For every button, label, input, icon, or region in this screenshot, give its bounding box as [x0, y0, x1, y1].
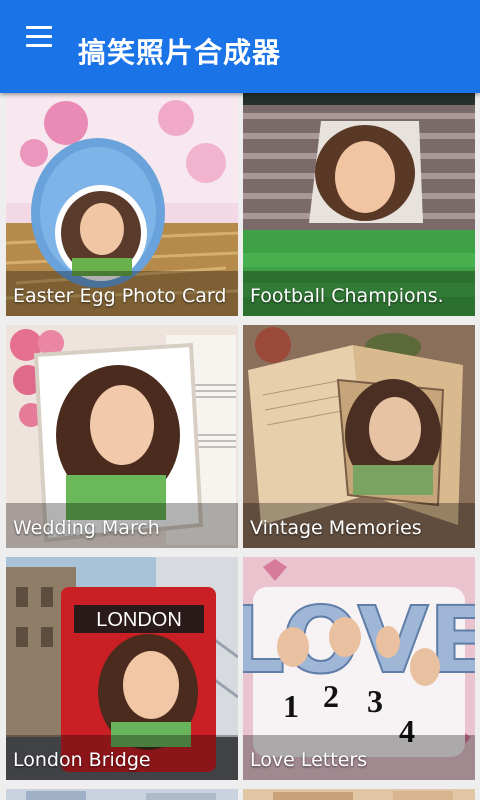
template-card-vintage-memories[interactable]: Vintage Memories	[243, 325, 475, 548]
partial-thumbnail-right	[243, 789, 475, 800]
card-label: London Bridge	[13, 749, 151, 771]
template-card-football[interactable]: Football Champions.	[243, 93, 475, 316]
card-caption-overlay: Easter Egg Photo Card	[6, 271, 238, 316]
card-caption-overlay: Vintage Memories	[243, 503, 475, 548]
template-card-london-bridge[interactable]: LONDON London Bridge	[6, 557, 238, 780]
template-card-easter-egg[interactable]: Easter Egg Photo Card	[6, 93, 238, 316]
card-caption-overlay: Love Letters	[243, 735, 475, 780]
template-card-partial-left[interactable]	[6, 789, 238, 800]
card-caption-overlay: Wedding March	[6, 503, 238, 548]
card-caption-overlay: London Bridge	[6, 735, 238, 780]
card-label: Easter Egg Photo Card	[13, 285, 227, 307]
template-card-wedding-march[interactable]: Wedding March	[6, 325, 238, 548]
partial-thumbnail-left	[6, 789, 238, 800]
hamburger-menu-icon[interactable]	[26, 26, 54, 48]
template-grid[interactable]: Easter Egg Photo Card Football Champions…	[0, 93, 480, 800]
card-label: Love Letters	[250, 749, 368, 771]
template-card-partial-right[interactable]	[243, 789, 475, 800]
love-number-3: 3	[367, 683, 383, 719]
app-bar: 搞笑照片合成器	[0, 0, 480, 93]
love-number-2: 2	[323, 678, 339, 714]
love-number-1: 1	[283, 688, 299, 724]
card-label: Football Champions.	[250, 285, 444, 307]
card-label: Wedding March	[13, 517, 160, 539]
bus-sign-text: LONDON	[96, 609, 182, 631]
app-title: 搞笑照片合成器	[78, 36, 282, 69]
template-card-love-letters[interactable]: LOVE 1 2 3 4 Love Letters	[243, 557, 475, 780]
card-label: Vintage Memories	[250, 517, 422, 539]
card-caption-overlay: Football Champions.	[243, 271, 475, 316]
